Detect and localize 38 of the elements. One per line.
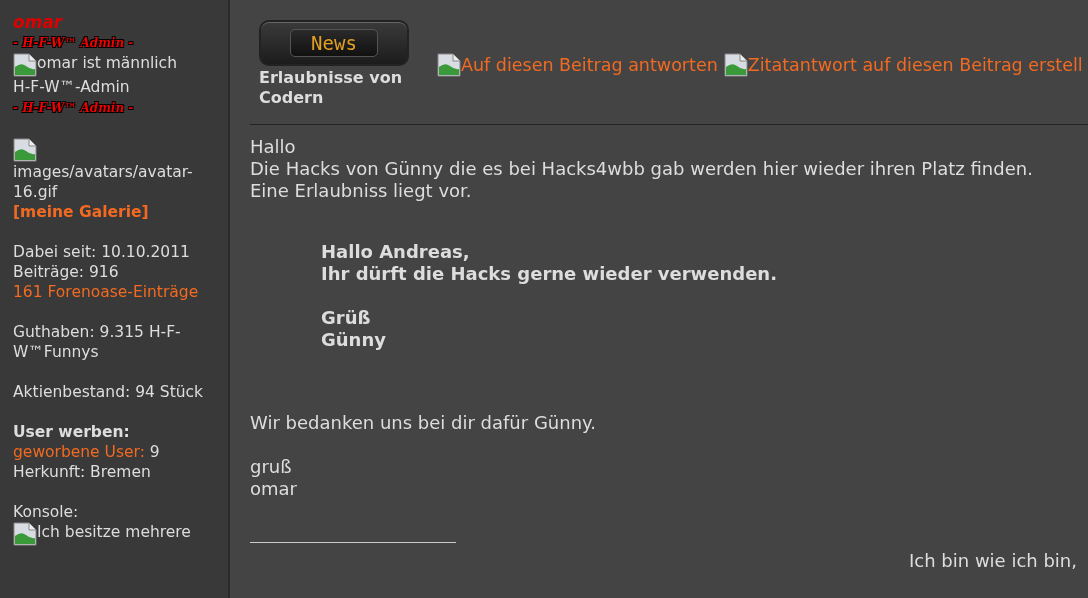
- profile-link[interactable]: 161 Forenoase-Einträge: [13, 282, 218, 302]
- rank-title: H-F-W™-Admin: [13, 77, 131, 97]
- quote-line: Ihr dürft die Hacks gerne wieder verwenden.: [321, 263, 778, 285]
- quote-line: Hallo Andreas,: [321, 241, 471, 263]
- post-text: Wir bedanken uns bei dir dafür Günny.: [250, 412, 597, 434]
- profile-stat: Aktienbestand: 94 Stück: [13, 382, 205, 402]
- broken-image-icon: [723, 53, 748, 77]
- profile-value: 9: [149, 443, 160, 461]
- profile-stat: Beiträge: 916: [13, 262, 120, 282]
- post-text: Hallo: [250, 136, 297, 158]
- profile-stat: Dabei seit: 10.10.2011: [13, 242, 191, 262]
- broken-image-icon: [437, 53, 461, 77]
- broken-image-icon: [13, 522, 37, 546]
- broken-image-icon: [13, 53, 37, 77]
- action-link[interactable]: Auf diesen Beitrag antworten: [437, 53, 718, 77]
- action-link[interactable]: Zitatantwort auf diesen Beitrag erstell: [723, 53, 1083, 77]
- profile-stat: Herkunft: Bremen: [13, 462, 152, 482]
- quote-line: Grüß: [321, 307, 372, 329]
- signature-text: Ich bin wie ich bin,: [908, 550, 1078, 572]
- image-alt-text: Ich besitze mehrere: [37, 522, 191, 542]
- quote-line: Günny: [321, 329, 387, 351]
- broken-image-icon: [13, 138, 37, 162]
- post-text: Die Hacks von Günny die es bei Hacks4wbb gab werden hier wieder ihren Platz finden.: [250, 158, 1034, 180]
- post-text: Eine Erlaubniss liegt vor.: [250, 180, 473, 202]
- username[interactable]: omar: [13, 12, 218, 32]
- rank-label: - H-F-W™ Admin -: [13, 100, 134, 117]
- profile-stat: Konsole:: [13, 502, 80, 522]
- image-alt-text: omar ist männlich: [37, 53, 177, 73]
- gallery-link[interactable]: [meine Galerie]: [13, 202, 218, 222]
- image-alt-text: images/avatars/avatar-16.gif: [13, 162, 194, 202]
- post-text: omar: [250, 478, 298, 500]
- profile-link[interactable]: geworbene User:: [13, 443, 145, 461]
- rank-label: - H-F-W™ Admin -: [13, 35, 134, 52]
- post-text: gruß: [250, 456, 293, 478]
- post-title: Erlaubnisse von Codern: [259, 68, 404, 108]
- badge-label: News: [290, 29, 378, 57]
- section-heading: User werben:: [13, 422, 131, 442]
- profile-stat: Guthaben: 9.315 H-F-W™Funnys: [13, 322, 182, 362]
